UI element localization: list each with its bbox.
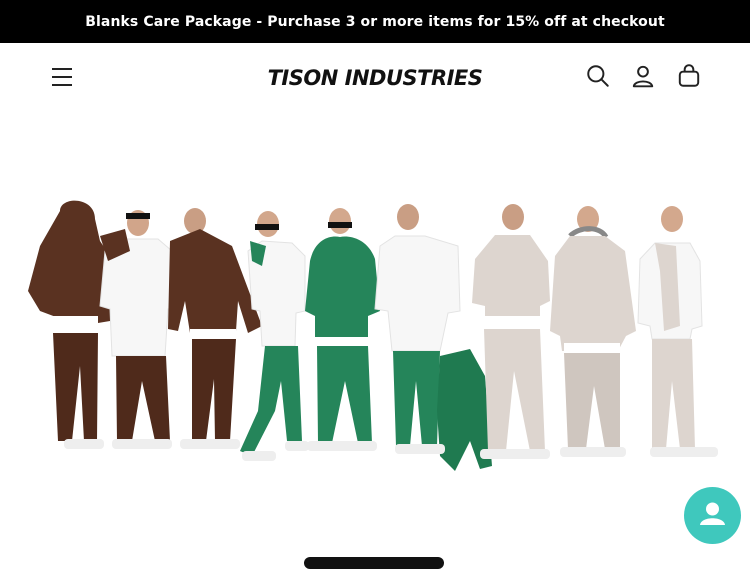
hero-slider-control[interactable] (304, 557, 444, 569)
menu-icon[interactable] (50, 67, 74, 87)
logo-primary: TISON (267, 66, 339, 90)
site-logo[interactable]: TISON INDUSTRIES (268, 61, 483, 95)
cart-icon[interactable] (676, 63, 702, 89)
site-header: TISON INDUSTRIES (0, 43, 750, 111)
hero-banner[interactable] (0, 111, 750, 563)
announcement-bar: Blanks Care Package - Purchase 3 or more… (0, 0, 750, 43)
model-figure (28, 200, 110, 449)
model-figure (550, 206, 636, 457)
chat-widget-button[interactable] (684, 487, 741, 544)
announcement-text: Blanks Care Package - Purchase 3 or more… (85, 13, 665, 30)
model-figure (637, 206, 718, 457)
account-icon[interactable] (630, 63, 656, 89)
search-icon[interactable] (585, 63, 611, 89)
hero-image (28, 200, 718, 471)
model-figure (99, 210, 179, 449)
logo-secondary: INDUSTRIES (344, 66, 483, 90)
model-figure (374, 204, 492, 471)
model-figure (305, 208, 380, 451)
user-chat-icon (700, 502, 725, 525)
model-figure (240, 211, 309, 461)
model-figure (168, 208, 262, 449)
